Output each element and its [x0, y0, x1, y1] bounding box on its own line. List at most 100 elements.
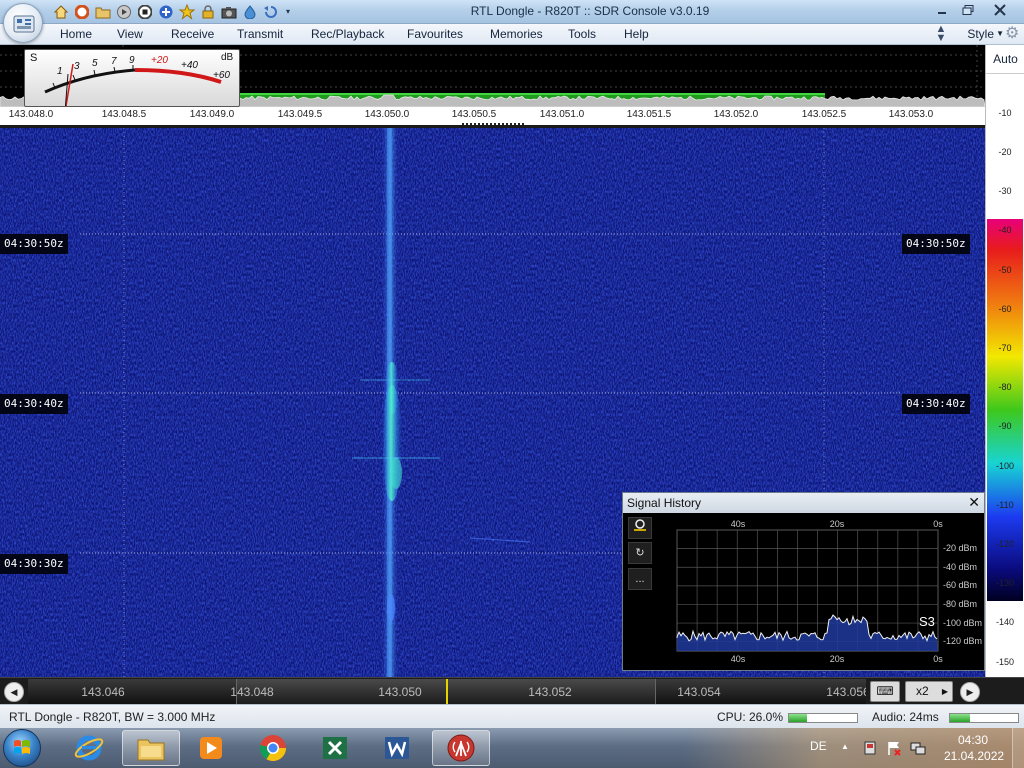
device-icon[interactable]	[862, 740, 878, 756]
media-player-icon[interactable]	[182, 730, 240, 766]
network-icon[interactable]	[910, 740, 926, 756]
qat-dropdown-icon[interactable]: ▾	[283, 3, 293, 21]
menu-memories[interactable]: Memories	[490, 27, 543, 41]
signal-history-plot	[676, 529, 939, 652]
splitter-handle[interactable]	[462, 123, 524, 125]
sdr-console-screen: ▾ RTL Dongle - R820T :: SDR Console v3.0…	[0, 0, 1024, 768]
tuning-label: 143.046	[81, 685, 125, 699]
s-meter-scale-plus40: +40	[181, 60, 198, 71]
frequency-tick: 143.051.5	[626, 109, 672, 120]
menu-rec-playback[interactable]: Rec/Playback	[311, 27, 384, 41]
undo-icon[interactable]	[262, 3, 280, 21]
close-icon[interactable]: ✕	[968, 494, 980, 511]
s-meter-scale-3: 3	[74, 61, 80, 72]
menu-help[interactable]: Help	[624, 27, 649, 41]
scroll-right-icon[interactable]: ▶	[960, 682, 980, 702]
db-tick: -120	[995, 539, 1014, 549]
tuning-label: 143.054	[677, 685, 721, 699]
frequency-tick: 143.052.5	[801, 109, 847, 120]
signal-history-y-label: -80 dBm	[943, 599, 978, 609]
frequency-tick: 143.048.0	[8, 109, 54, 120]
cpu-meter-fill	[789, 714, 807, 722]
help-icon[interactable]	[73, 3, 91, 21]
db-tick: -60	[998, 304, 1012, 314]
status-bar: RTL Dongle - R820T, BW = 3.000 MHz CPU: …	[0, 704, 1024, 728]
signal-history-window[interactable]: Signal History ✕ ↻ ... 40s 20s 0s 40s 20…	[622, 492, 985, 671]
style-menu[interactable]: Style	[967, 27, 994, 41]
spectrum-display[interactable]: S dB 1 3 5 7 9 +20 +40 +60	[0, 45, 985, 107]
zoom-label: x2	[916, 684, 929, 698]
word-icon[interactable]	[368, 730, 426, 766]
s-meter-scale-7: 7	[111, 56, 117, 67]
cpu-status: CPU: 26.0%	[717, 710, 784, 724]
frequency-axis[interactable]: 143.048.0 143.048.5 143.049.0 143.049.5 …	[0, 107, 985, 128]
menu-home[interactable]: Home	[60, 27, 92, 41]
tuning-bar: ◀ 143.046 143.048 143.050 143.052 143.05…	[0, 677, 1024, 704]
db-tick: -110	[996, 500, 1014, 510]
audio-meter-fill	[950, 714, 971, 722]
auto-scale-button[interactable]: Auto	[986, 45, 1024, 74]
signal-history-y-label: -40 dBm	[943, 562, 978, 572]
minimize-icon[interactable]	[930, 0, 954, 20]
tuning-label: 143.048	[230, 685, 274, 699]
zoom-button[interactable]: x2 ▶	[905, 681, 953, 702]
windows-logo-icon	[14, 740, 30, 754]
show-desktop-button[interactable]	[1012, 728, 1024, 768]
clock-time[interactable]: 04:30	[958, 733, 988, 747]
camera-icon[interactable]	[220, 3, 238, 21]
db-tick: -150	[995, 657, 1014, 667]
stop-icon[interactable]	[136, 3, 154, 21]
tray-expand-icon[interactable]: ▲	[841, 742, 849, 751]
home-icon[interactable]	[52, 3, 70, 21]
keyboard-icon[interactable]: ⌨	[870, 681, 900, 702]
signal-history-s-reading: S3	[919, 614, 935, 629]
drop-icon[interactable]	[241, 3, 259, 21]
frequency-tick: 143.052.0	[713, 109, 759, 120]
chevron-right-icon: ▶	[941, 687, 948, 696]
maximize-icon[interactable]	[956, 0, 980, 20]
menu-favourites[interactable]: Favourites	[407, 27, 463, 41]
signal-history-x-label: 0s	[933, 519, 943, 529]
tuning-label: 143.052	[528, 685, 572, 699]
tuning-cursor[interactable]	[446, 679, 448, 704]
timestamp-label: 04:30:50z	[0, 234, 68, 254]
app-menu-button[interactable]	[3, 3, 43, 43]
gear-icon[interactable]: ⚙	[1005, 26, 1021, 42]
signal-history-y-label: -60 dBm	[943, 580, 978, 590]
signal-history-y-label: -20 dBm	[943, 543, 978, 553]
chrome-icon[interactable]	[244, 730, 302, 766]
menu-receive[interactable]: Receive	[171, 27, 214, 41]
clock-date[interactable]: 21.04.2022	[944, 749, 1004, 763]
scroll-left-icon[interactable]: ◀	[4, 682, 24, 702]
tuning-label: 143.050	[378, 685, 422, 699]
menu-view[interactable]: View	[117, 27, 143, 41]
frequency-tick: 143.050.0	[364, 109, 410, 120]
lock-icon[interactable]	[199, 3, 217, 21]
language-indicator[interactable]: DE	[810, 739, 827, 753]
start-button[interactable]	[3, 729, 41, 767]
flag-icon[interactable]	[886, 740, 902, 756]
collapse-ribbon-icon[interactable]: ▲ ▼	[934, 24, 948, 44]
frequency-tick: 143.048.5	[101, 109, 147, 120]
menu-tools[interactable]: Tools	[568, 27, 596, 41]
db-tick: -130	[995, 578, 1014, 588]
excel-icon[interactable]	[306, 730, 364, 766]
timestamp-label: 04:30:40z	[0, 394, 68, 414]
chevron-down-icon[interactable]: ▼	[996, 29, 1004, 38]
s-meter-scale-plus60: +60	[213, 70, 230, 81]
tuning-scale[interactable]: 143.046 143.048 143.050 143.052 143.054 …	[28, 679, 866, 704]
add-icon[interactable]	[157, 3, 175, 21]
internet-explorer-icon[interactable]	[60, 730, 118, 766]
star-icon[interactable]	[178, 3, 196, 21]
s-meter-scale-plus20: +20	[151, 55, 168, 66]
window-title: RTL Dongle - R820T :: SDR Console v3.0.1…	[470, 4, 710, 18]
close-icon[interactable]	[982, 0, 1018, 20]
db-scale[interactable]: Auto -10 -20 -30 -40 -50 -60 -70 -80 -90…	[985, 45, 1024, 677]
signal-history-header[interactable]: Signal History ✕	[623, 493, 984, 513]
db-tick: -50	[998, 265, 1012, 275]
sdr-console-icon[interactable]	[432, 730, 490, 766]
play-icon[interactable]	[115, 3, 133, 21]
folder-icon[interactable]	[94, 3, 112, 21]
menu-transmit[interactable]: Transmit	[237, 27, 283, 41]
explorer-icon[interactable]	[122, 730, 180, 766]
